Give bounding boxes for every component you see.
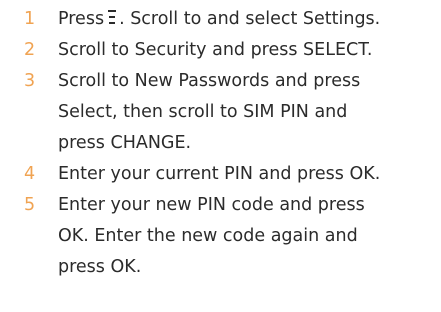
step-line: press OK. [58,257,142,277]
step-text: Press . Scroll to and select Settings. [58,4,438,35]
step-line: Select, then scroll to SIM PIN and [58,102,348,122]
step-line: Scroll to Security and press SELECT. [58,40,373,60]
step-line: OK. Enter the new code again and [58,226,358,246]
menu-icon [108,10,117,24]
step-number: 3 [24,71,36,91]
step-text: Scroll to Security and press SELECT. [58,35,438,66]
step-number: 1 [24,9,36,29]
step-number: 4 [24,164,36,184]
step-text: Scroll to New Passwords and press Select… [58,66,438,159]
step-line: Scroll to New Passwords and press [58,71,361,91]
step-number: 5 [24,195,36,215]
step-text: Enter your current PIN and press OK. [58,159,438,190]
step-number: 2 [24,40,36,60]
step-text-prefix: Press [58,9,105,29]
step-line: Enter your current PIN and press OK. [58,164,381,184]
step-line: Enter your new PIN code and press [58,195,365,215]
step-line: press CHANGE. [58,133,192,153]
step-text-suffix: . Scroll to and select Settings. [119,9,381,29]
instruction-steps: 1 Press. Scroll to and select Settings. … [0,0,441,312]
step-text: Enter your new PIN code and press OK. En… [58,190,438,283]
